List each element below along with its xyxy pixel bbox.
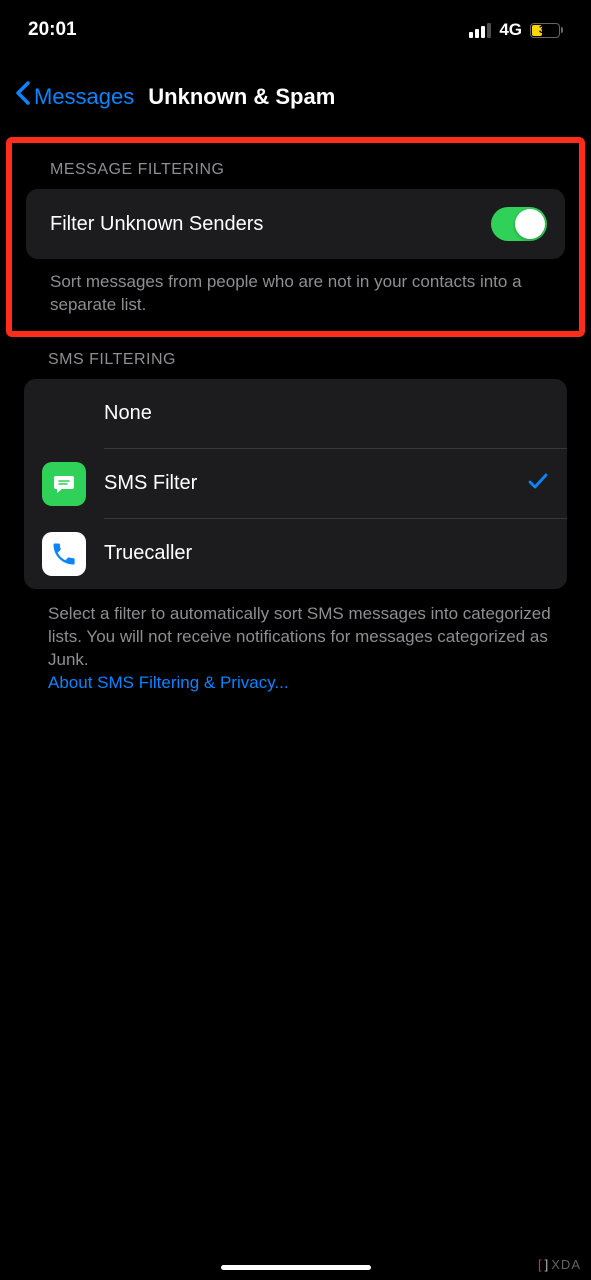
back-button[interactable]: Messages bbox=[34, 84, 134, 110]
battery-level: 36 bbox=[539, 24, 551, 36]
status-right: 4G 36 bbox=[469, 20, 563, 40]
message-filtering-footer: Sort messages from people who are not in… bbox=[50, 271, 557, 317]
home-indicator[interactable] bbox=[221, 1265, 371, 1270]
sms-filter-options: None SMS Filter bbox=[24, 379, 567, 589]
page-title: Unknown & Spam bbox=[148, 84, 335, 110]
status-time: 20:01 bbox=[28, 19, 77, 41]
back-chevron-icon[interactable] bbox=[14, 80, 32, 113]
filter-unknown-senders-row[interactable]: Filter Unknown Senders bbox=[26, 189, 565, 259]
sms-filtering-footer-text: Select a filter to automatically sort SM… bbox=[48, 604, 551, 669]
message-filtering-header: MESSAGE FILTERING bbox=[50, 161, 565, 179]
sms-filtering-header: SMS FILTERING bbox=[48, 351, 591, 369]
sms-option-truecaller[interactable]: Truecaller bbox=[24, 519, 567, 589]
truecaller-app-icon bbox=[42, 532, 86, 576]
sms-option-smsfilter[interactable]: SMS Filter bbox=[24, 449, 567, 519]
cellular-signal-icon bbox=[469, 23, 491, 38]
filter-unknown-senders-label: Filter Unknown Senders bbox=[50, 213, 263, 236]
network-type: 4G bbox=[499, 20, 522, 40]
sms-option-label: Truecaller bbox=[104, 542, 192, 565]
watermark: [] XDA bbox=[538, 1257, 581, 1272]
sms-filtering-footer: Select a filter to automatically sort SM… bbox=[48, 603, 551, 695]
status-bar: 20:01 4G 36 bbox=[0, 0, 591, 56]
filter-unknown-senders-toggle[interactable] bbox=[491, 207, 547, 241]
about-sms-filtering-link[interactable]: About SMS Filtering & Privacy... bbox=[48, 673, 289, 692]
sms-option-label: SMS Filter bbox=[104, 472, 197, 495]
sms-option-label: None bbox=[104, 402, 152, 425]
navigation-bar: Messages Unknown & Spam bbox=[0, 56, 591, 131]
checkmark-icon bbox=[527, 470, 549, 497]
highlighted-section: MESSAGE FILTERING Filter Unknown Senders… bbox=[6, 137, 585, 337]
sms-filter-app-icon bbox=[42, 462, 86, 506]
battery-icon: 36 bbox=[530, 23, 563, 38]
sms-option-none[interactable]: None bbox=[24, 379, 567, 449]
